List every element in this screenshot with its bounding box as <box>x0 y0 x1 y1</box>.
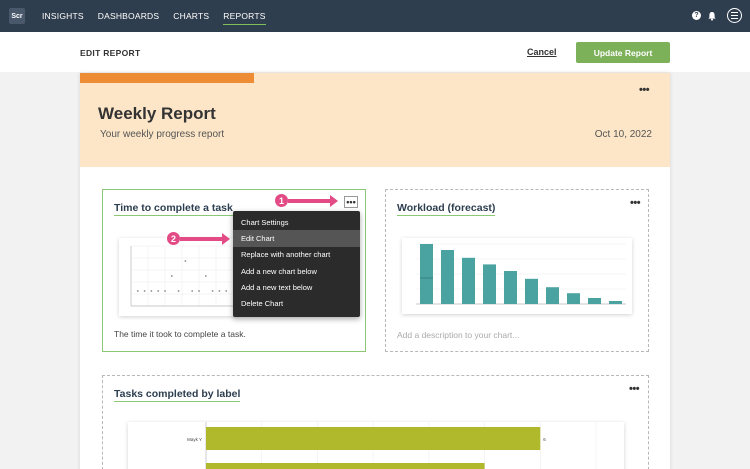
chart-card-workload[interactable]: Workload (forecast) ••• Add a descriptio… <box>385 189 649 352</box>
bar-value-label: 6 <box>543 437 546 442</box>
app-logo[interactable]: Scr <box>9 8 25 24</box>
bell-icon[interactable] <box>707 11 717 21</box>
report-header: ••• Weekly Report Your weekly progress r… <box>80 73 670 167</box>
step-1-badge: 1 <box>274 193 289 208</box>
bar <box>419 244 434 304</box>
menu-item-chart-settings[interactable]: Chart Settings <box>233 214 360 230</box>
step-2-badge: 2 <box>166 231 181 246</box>
chart-description-input[interactable]: Add a description to your chart... <box>397 330 519 340</box>
step-2-arrow <box>180 233 230 245</box>
nav-reports[interactable]: REPORTS <box>223 11 266 25</box>
data-point <box>164 290 166 292</box>
data-point <box>204 275 207 277</box>
bar <box>440 250 455 304</box>
data-point <box>143 290 146 292</box>
menu-item-delete-chart[interactable]: Delete Chart <box>233 295 360 311</box>
top-icons: ? <box>692 8 742 23</box>
data-point <box>198 290 200 292</box>
report-title[interactable]: Weekly Report <box>98 104 216 124</box>
main-nav: INSIGHTS DASHBOARDS CHARTS REPORTS <box>42 11 280 25</box>
bar <box>566 293 581 304</box>
data-point <box>170 275 173 277</box>
report-more-options-icon[interactable]: ••• <box>639 85 650 96</box>
menu-item-replace-chart[interactable]: Replace with another chart <box>233 247 360 263</box>
report-subtitle[interactable]: Your weekly progress report <box>100 129 224 140</box>
data-point <box>150 290 153 292</box>
chart-card-title: Time to complete a task <box>114 202 233 216</box>
bar <box>587 298 602 304</box>
data-point <box>211 290 214 292</box>
data-point <box>218 290 221 292</box>
bar <box>545 287 560 304</box>
nav-charts[interactable]: CHARTS <box>173 11 209 25</box>
nav-dashboards[interactable]: DASHBOARDS <box>98 11 160 25</box>
bar <box>608 301 623 304</box>
data-point <box>136 290 139 292</box>
bar <box>482 264 497 304</box>
bar <box>206 427 541 450</box>
bar-chart <box>402 238 632 314</box>
data-point <box>225 290 228 292</box>
bar-category-label: Mayk Y <box>187 437 202 442</box>
chart-card-description[interactable]: The time it took to complete a task. <box>114 329 246 339</box>
edit-report-header: EDIT REPORT Cancel Update Report <box>0 32 750 72</box>
scatter-chart <box>119 238 239 316</box>
menu-item-edit-chart[interactable]: Edit Chart <box>233 230 360 247</box>
data-point <box>157 290 160 292</box>
chart-more-options-icon[interactable]: ••• <box>344 196 358 208</box>
bar <box>461 257 476 304</box>
bar <box>206 463 485 469</box>
menu-item-add-chart-below[interactable]: Add a new chart below <box>233 263 360 279</box>
page-title: EDIT REPORT <box>80 48 141 58</box>
menu-item-add-text-below[interactable]: Add a new text below <box>233 279 360 295</box>
report-accent-bar <box>80 73 254 83</box>
report-date: Oct 10, 2022 <box>594 129 652 140</box>
help-icon[interactable]: ? <box>692 11 701 20</box>
hamburger-menu-icon[interactable] <box>727 8 742 23</box>
bar <box>503 271 518 304</box>
data-point <box>184 260 187 262</box>
chart-more-options-icon[interactable]: ••• <box>630 198 641 209</box>
update-report-button[interactable]: Update Report <box>576 42 670 63</box>
chart-card-title: Tasks completed by label <box>114 388 241 402</box>
bar <box>524 278 539 304</box>
cancel-button[interactable]: Cancel <box>527 47 557 57</box>
horizontal-bar-chart: Mayk Y 6 <box>128 422 624 469</box>
chart-more-options-icon[interactable]: ••• <box>629 384 640 395</box>
chart-card-title: Workload (forecast) <box>397 202 496 216</box>
chart-card-tasks-by-label[interactable]: Tasks completed by label ••• Mayk Y 6 <box>102 375 649 469</box>
data-point <box>177 290 180 292</box>
data-point <box>191 290 194 292</box>
step-1-arrow <box>288 195 338 207</box>
top-navigation-bar: Scr INSIGHTS DASHBOARDS CHARTS REPORTS ? <box>0 0 750 32</box>
nav-insights[interactable]: INSIGHTS <box>42 11 84 25</box>
chart-context-menu: Chart Settings Edit Chart Replace with a… <box>233 211 360 317</box>
